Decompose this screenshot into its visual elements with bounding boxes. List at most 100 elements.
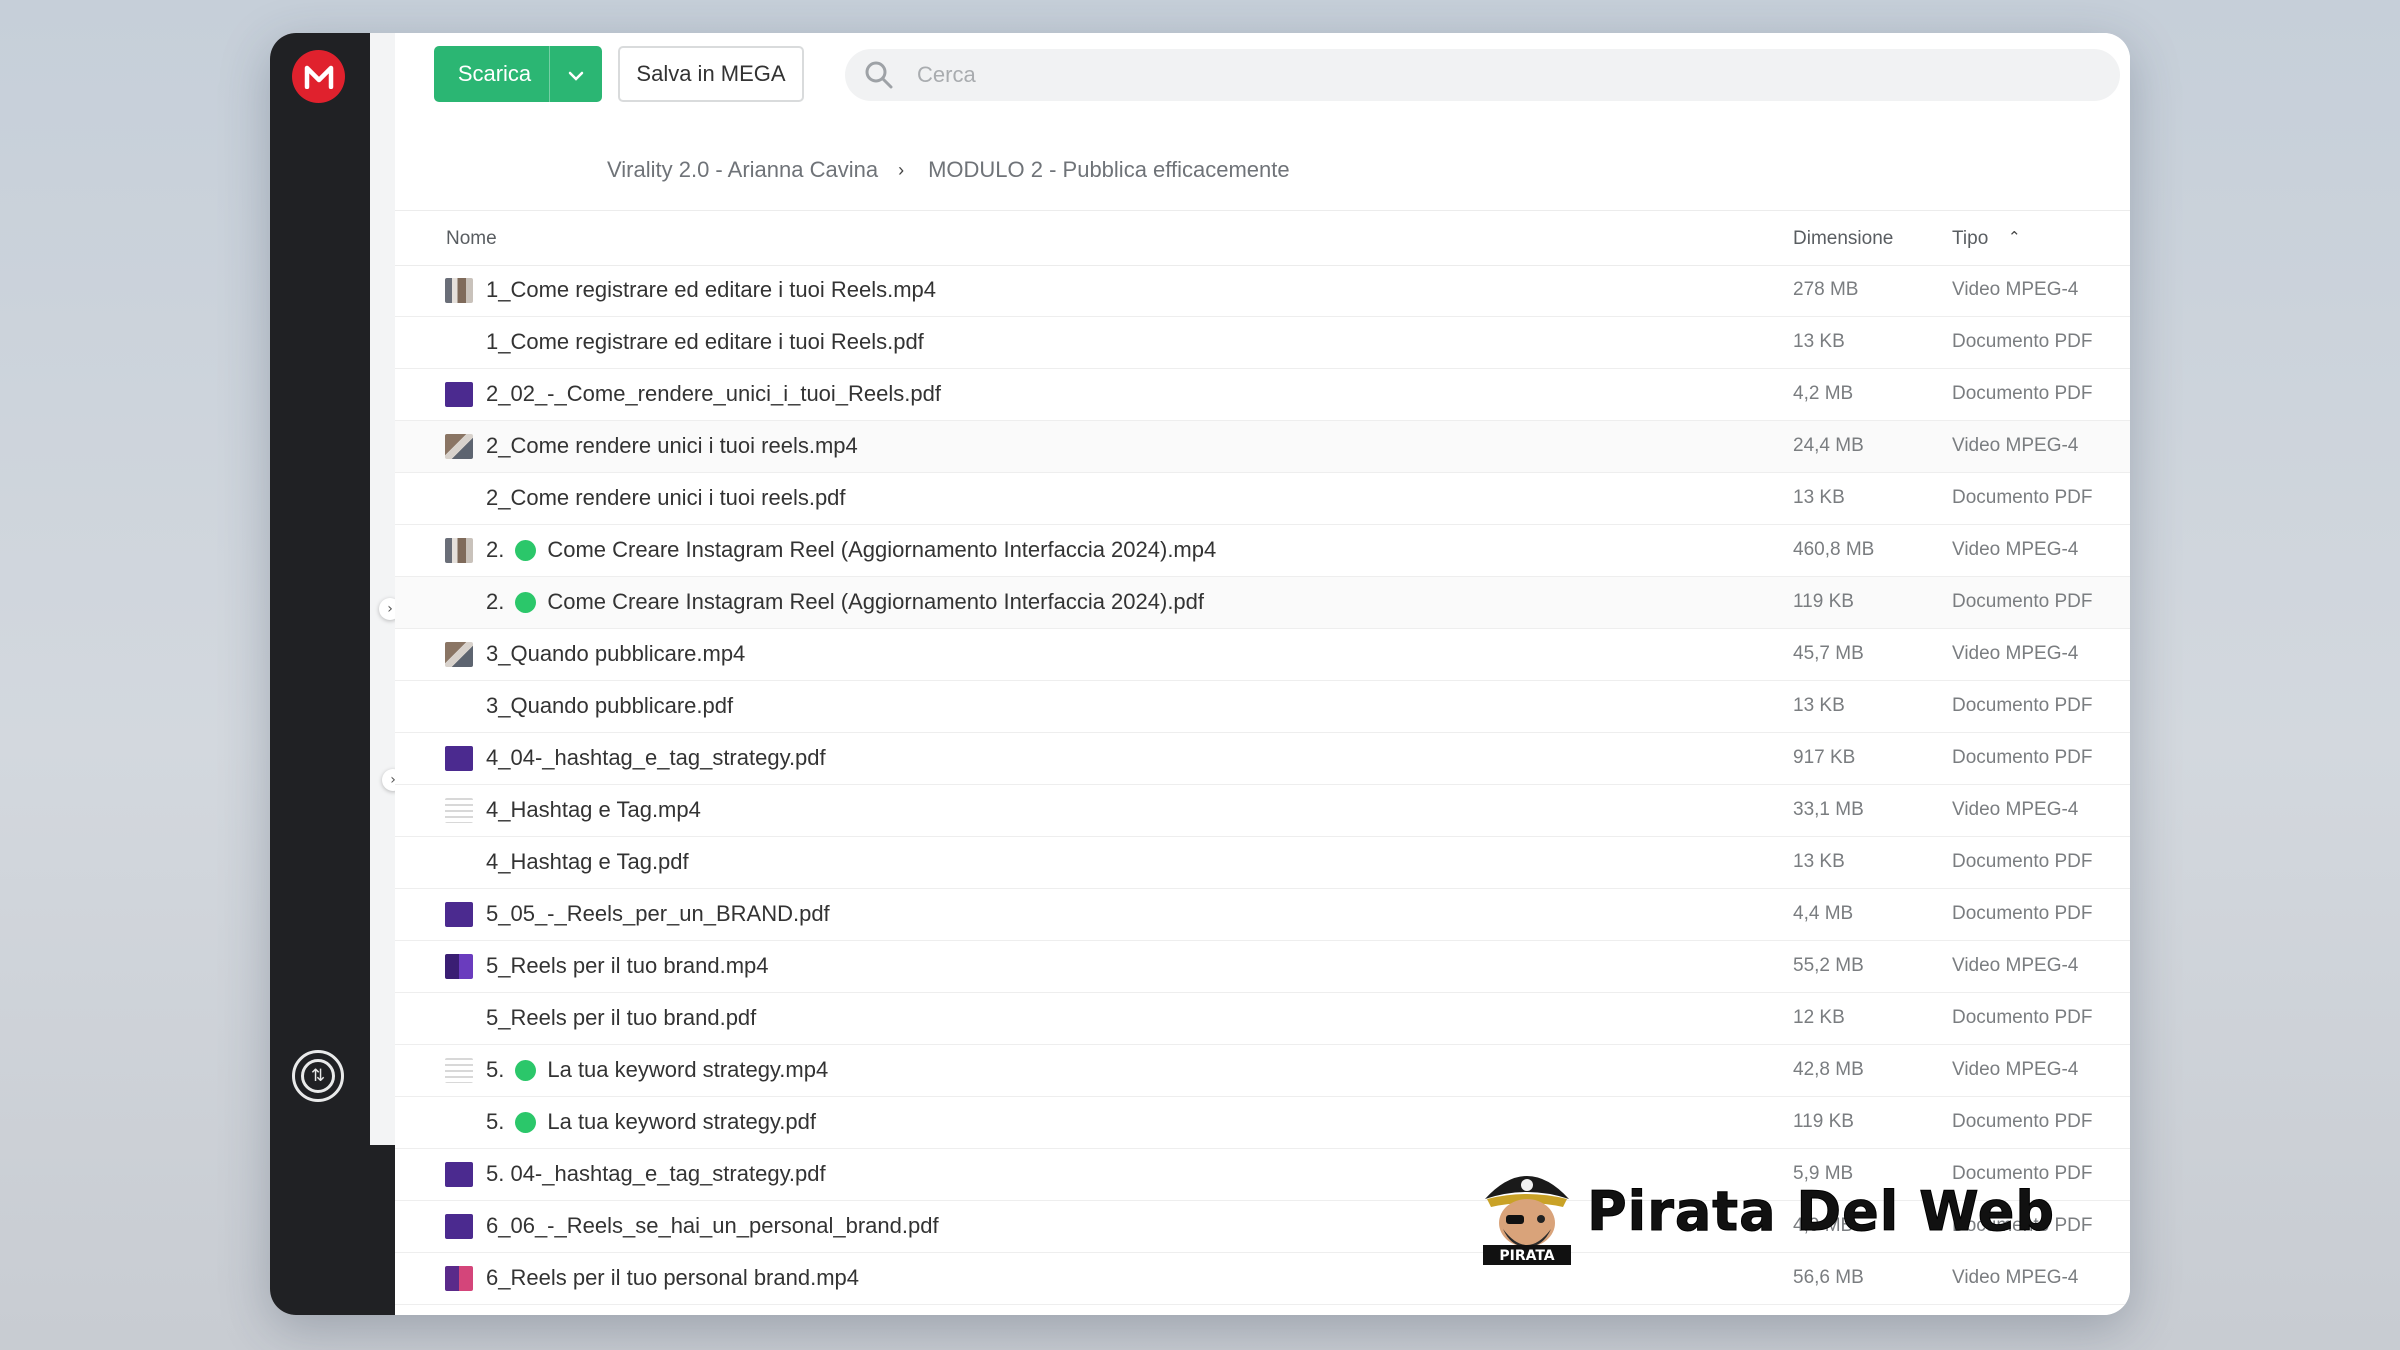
save-to-mega-button[interactable]: Salva in MEGA — [618, 46, 804, 102]
file-name-label: 5_Reels per il tuo brand.mp4 — [486, 953, 769, 978]
watermark-badge-text: PIRATA — [1499, 1248, 1554, 1264]
file-name-label: 5. 04-_hashtag_e_tag_strategy.pdf — [486, 1161, 826, 1186]
file-name-label: Come Creare Instagram Reel (Aggiornament… — [547, 589, 1205, 614]
file-size: 13 KB — [1793, 695, 1845, 716]
file-type: Video MPEG-4 — [1952, 643, 2079, 664]
file-name-label: 1_Come registrare ed editare i tuoi Reel… — [486, 277, 937, 302]
download-button[interactable]: Scarica — [434, 46, 602, 102]
file-name: 5_Reels per il tuo brand.pdf — [486, 1005, 756, 1031]
pdf-thumbnail-icon — [445, 902, 473, 927]
table-row[interactable]: 4_04-_hashtag_e_tag_strategy.pdf 917 KB Do… — [395, 733, 2130, 785]
file-name-label: 3_Quando pubblicare.mp4 — [486, 641, 746, 666]
file-type: Video MPEG-4 — [1952, 435, 2079, 456]
search-bar[interactable] — [845, 49, 2120, 101]
transfer-manager-icon[interactable]: ⇅ — [292, 1050, 344, 1102]
pdf-thumbnail-icon — [445, 850, 473, 875]
video-thumbnail-icon — [445, 1266, 473, 1291]
column-header-size[interactable]: Dimensione — [1793, 228, 1893, 250]
video-thumbnail-icon — [445, 538, 473, 563]
green-circle-icon — [515, 1059, 537, 1081]
chevron-down-icon[interactable] — [550, 61, 602, 87]
table-row[interactable]: 4_Hashtag e Tag.pdf 13 KB Documento PDF — [395, 837, 2130, 889]
pdf-thumbnail-icon — [445, 1162, 473, 1187]
table-row[interactable]: 2_02_-_Come_rendere_unici_i_tuoi_Reels.p… — [395, 369, 2130, 421]
file-name-label: 4_04-_hashtag_e_tag_strategy.pdf — [486, 745, 826, 770]
file-name-label: Come Creare Instagram Reel (Aggiornament… — [547, 537, 1217, 562]
file-type: Video MPEG-4 — [1952, 955, 2079, 976]
file-name: 3_Quando pubblicare.mp4 — [486, 641, 745, 667]
table-row[interactable]: 5_05_-_Reels_per_un_BRAND.pdf 4,4 MB Docum… — [395, 889, 2130, 941]
watermark-text: Pirata Del Web — [1587, 1179, 2055, 1243]
table-row[interactable]: 2. Come Creare Instagram Reel (Aggiorname… — [395, 525, 2130, 577]
table-row[interactable]: 6_Reels per il tuo personal brand.pdf12 … — [395, 1305, 2130, 1315]
table-row[interactable]: 2. Come Creare Instagram Reel (Aggiorname… — [395, 577, 2130, 629]
green-circle-icon — [515, 1111, 537, 1133]
file-size: 55,2 MB — [1793, 955, 1864, 976]
table-row[interactable]: 5_Reels per il tuo brand.mp4 55,2 MB Video… — [395, 941, 2130, 993]
file-name-label: La tua keyword strategy.mp4 — [547, 1057, 829, 1082]
file-type: Documento PDF — [1952, 695, 2093, 716]
breadcrumb: Virality 2.0 - Arianna Cavina › MODULO 2… — [607, 157, 1290, 183]
file-type: Documento PDF — [1952, 851, 2093, 872]
pdf-thumbnail-icon — [445, 746, 473, 771]
sidebar: ⇅ — [270, 33, 395, 1315]
file-type: Documento PDF — [1952, 1111, 2093, 1132]
table-row[interactable]: 2_Come rendere unici i tuoi reels.pdf 13 … — [395, 473, 2130, 525]
table-row[interactable]: 1_Come registrare ed editare i tuoi Reel… — [395, 317, 2130, 369]
file-type: Documento PDF — [1952, 487, 2093, 508]
file-size: 13 KB — [1793, 331, 1845, 352]
file-name-label: 1_Come registrare ed editare i tuoi Reel… — [486, 329, 924, 354]
file-size: 12 KB — [1793, 1007, 1845, 1028]
file-name-label: 4_Hashtag e Tag.pdf — [486, 849, 689, 874]
file-type: Documento PDF — [1952, 1007, 2093, 1028]
file-name-label: La tua keyword strategy.pdf — [547, 1109, 816, 1134]
video-thumbnail-icon — [445, 434, 473, 459]
watermark: PIRATA Pirata Del Web — [1473, 1155, 2055, 1267]
file-size: 119 KB — [1793, 1111, 1854, 1132]
table-row[interactable]: 4_Hashtag e Tag.mp4 33,1 MB Video MPEG-4 — [395, 785, 2130, 837]
file-name: 4_Hashtag e Tag.mp4 — [486, 797, 701, 823]
file-size: 460,8 MB — [1793, 539, 1875, 560]
file-size: 45,7 MB — [1793, 643, 1864, 664]
file-name: 2_Come rendere unici i tuoi reels.mp4 — [486, 433, 858, 459]
table-row[interactable]: 1_Come registrare ed editare i tuoi Reel… — [395, 265, 2130, 317]
file-size: 42,8 MB — [1793, 1059, 1864, 1080]
mega-logo-icon[interactable] — [292, 50, 345, 103]
column-header-name[interactable]: Nome — [446, 228, 497, 250]
file-name-label: 5_Reels per il tuo brand.pdf — [486, 1005, 757, 1030]
file-name-label: 3_Quando pubblicare.pdf — [486, 693, 734, 718]
table-row[interactable]: 5. La tua keyword strategy.pdf 119 KB Docum… — [395, 1097, 2130, 1149]
table-header: Nome ⌃ Dimensione Tipo — [395, 211, 2130, 266]
table-row[interactable]: 5_Reels per il tuo brand.pdf 12 KB Documen… — [395, 993, 2130, 1045]
file-type: Video MPEG-4 — [1952, 1059, 2079, 1080]
file-name: 5. La tua keyword strategy.pdf — [486, 1109, 816, 1135]
table-row[interactable]: 3_Quando pubblicare.mp4 45,7 MB Video MPEG… — [395, 629, 2130, 681]
file-type: Video MPEG-4 — [1952, 279, 2079, 300]
table-row[interactable]: 5. La tua keyword strategy.mp4 42,8 MB Vide… — [395, 1045, 2130, 1097]
search-icon — [863, 59, 895, 91]
file-name: 6_06_-_Reels_se_hai_un_personal_brand.pd… — [486, 1213, 939, 1239]
table-row[interactable]: 3_Quando pubblicare.pdf 13 KB Documento PD… — [395, 681, 2130, 733]
video-thumbnail-icon — [445, 642, 473, 667]
file-name-label: 5_05_-_Reels_per_un_BRAND.pdf — [486, 901, 830, 926]
column-header-type[interactable]: Tipo — [1952, 228, 1988, 250]
video-thumbnail-icon — [445, 954, 473, 979]
file-name-label: 2_Come rendere unici i tuoi reels.mp4 — [486, 433, 858, 458]
file-size: 4,2 MB — [1793, 383, 1854, 404]
pdf-thumbnail-icon — [445, 694, 473, 719]
pdf-thumbnail-icon — [445, 486, 473, 511]
chevron-right-icon: › — [898, 159, 905, 180]
file-name: 4_Hashtag e Tag.pdf — [486, 849, 689, 875]
breadcrumb-parent[interactable]: Virality 2.0 - Arianna Cavina — [607, 157, 878, 183]
file-size: 24,4 MB — [1793, 435, 1864, 456]
pdf-thumbnail-icon — [445, 330, 473, 355]
file-name: 5_05_-_Reels_per_un_BRAND.pdf — [486, 901, 830, 927]
video-thumbnail-icon — [445, 278, 473, 303]
file-size: 278 MB — [1793, 279, 1859, 300]
file-name-prefix: 2. — [486, 537, 505, 562]
download-button-label: Scarica — [457, 61, 532, 86]
file-size: 33,1 MB — [1793, 799, 1864, 820]
sort-ascending-icon[interactable]: ⌃ — [2008, 228, 2021, 246]
table-row[interactable]: 2_Come rendere unici i tuoi reels.mp4 24,… — [395, 421, 2130, 473]
search-input[interactable] — [915, 61, 2019, 89]
